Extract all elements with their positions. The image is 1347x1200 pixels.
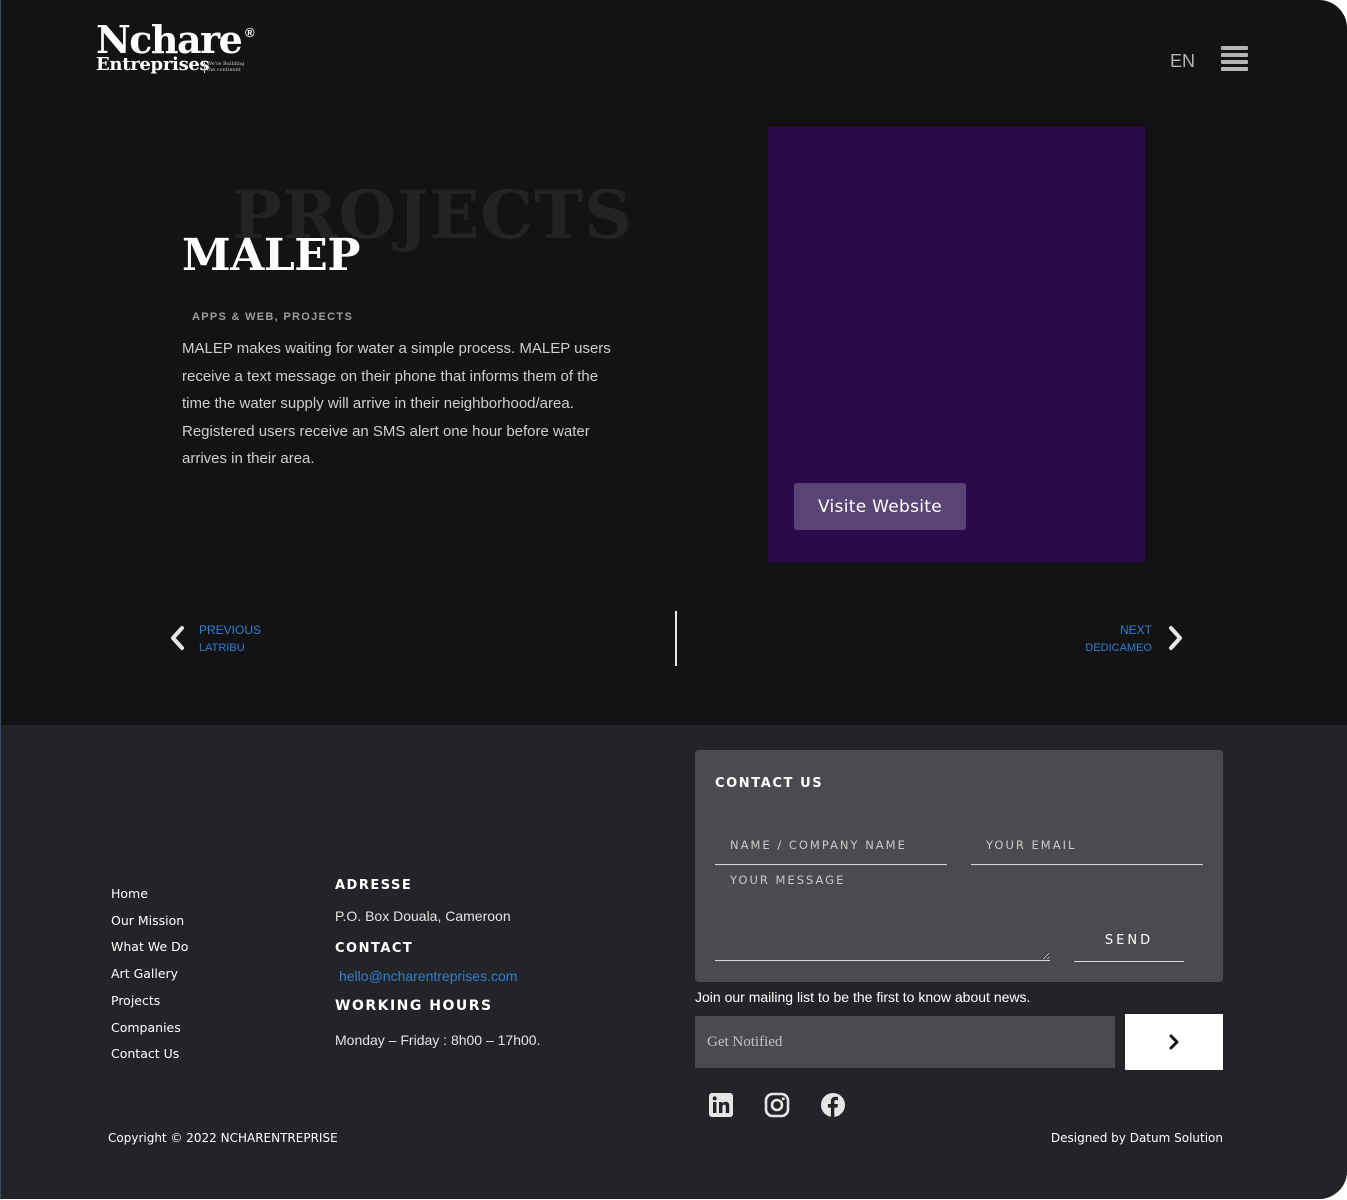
project-categories[interactable]: APPS & WEB, PROJECTS [192,311,353,323]
previous-project-title: LATRIBU [199,642,245,654]
designed-by-text: Designed by Datum Solution [1050,1131,1223,1145]
newsletter-email-input[interactable] [695,1016,1115,1068]
language-switcher[interactable]: EN [1170,51,1195,72]
chevron-right-icon [1169,1034,1179,1050]
project-title: MALEP [182,230,360,281]
page-frame: Nchare ® Entreprises We're Building the … [0,0,1347,1199]
footer-link-contact-us[interactable]: Contact Us [111,1041,188,1068]
next-label: NEXT [1119,623,1152,637]
footer-link-what-we-do[interactable]: What We Do [111,934,188,961]
hamburger-menu-icon[interactable] [1221,46,1248,72]
menu-bar [1221,67,1248,71]
linkedin-icon[interactable] [708,1092,734,1118]
footer-nav: Home Our Mission What We Do Art Gallery … [111,881,188,1068]
contact-form: CONTACT US SEND [695,750,1223,982]
email-field[interactable] [971,825,1203,865]
footer-link-companies[interactable]: Companies [111,1015,188,1042]
menu-bar [1221,46,1248,50]
menu-bar [1221,53,1248,57]
contact-email-link[interactable]: hello@ncharentreprises.com [339,968,517,984]
previous-project-link[interactable]: PREVIOUS LATRIBU [167,620,307,660]
address-heading: ADRESSE [335,878,413,893]
newsletter-submit-button[interactable] [1125,1014,1223,1070]
mailing-list-text: Join our mailing list to be the first to… [695,989,1031,1005]
logo-tagline: We're Building the continent [204,61,248,73]
message-field[interactable] [715,867,1050,961]
project-description: MALEP makes waiting for water a simple p… [182,340,611,467]
working-hours-text: Monday – Friday : 8h00 – 17h00. [335,1032,541,1048]
site-logo[interactable]: Nchare ® Entreprises We're Building the … [96,20,266,78]
copyright-text: Copyright © 2022 NCHARENTREPRISE [108,1131,338,1145]
working-hours-heading: WORKING HOURS [335,998,493,1014]
contact-heading: CONTACT [335,941,414,956]
address-text: P.O. Box Douala, Cameroon [335,908,511,924]
logo-subtitle: Entreprises [96,54,210,75]
contact-form-title: CONTACT US [715,776,824,791]
menu-bar [1221,60,1248,64]
footer-link-art-gallery[interactable]: Art Gallery [111,961,188,988]
footer-link-home[interactable]: Home [111,881,188,908]
logo-registered-mark: ® [245,25,255,40]
chevron-left-icon [171,626,184,650]
site-footer: Home Our Mission What We Do Art Gallery … [1,725,1347,1199]
footer-link-our-mission[interactable]: Our Mission [111,908,188,935]
send-button[interactable]: SEND [1074,920,1184,962]
footer-link-projects[interactable]: Projects [111,988,188,1015]
chevron-right-icon [1169,626,1182,650]
pager-divider [675,611,677,666]
next-project-title: DEDICAMEO [1085,642,1152,654]
previous-label: PREVIOUS [199,623,262,637]
facebook-icon[interactable] [820,1092,846,1118]
name-field[interactable] [715,825,947,865]
next-project-link[interactable]: NEXT DEDICAMEO [1061,620,1186,660]
visit-website-button[interactable]: Visite Website [794,483,966,530]
instagram-icon[interactable] [764,1092,790,1118]
